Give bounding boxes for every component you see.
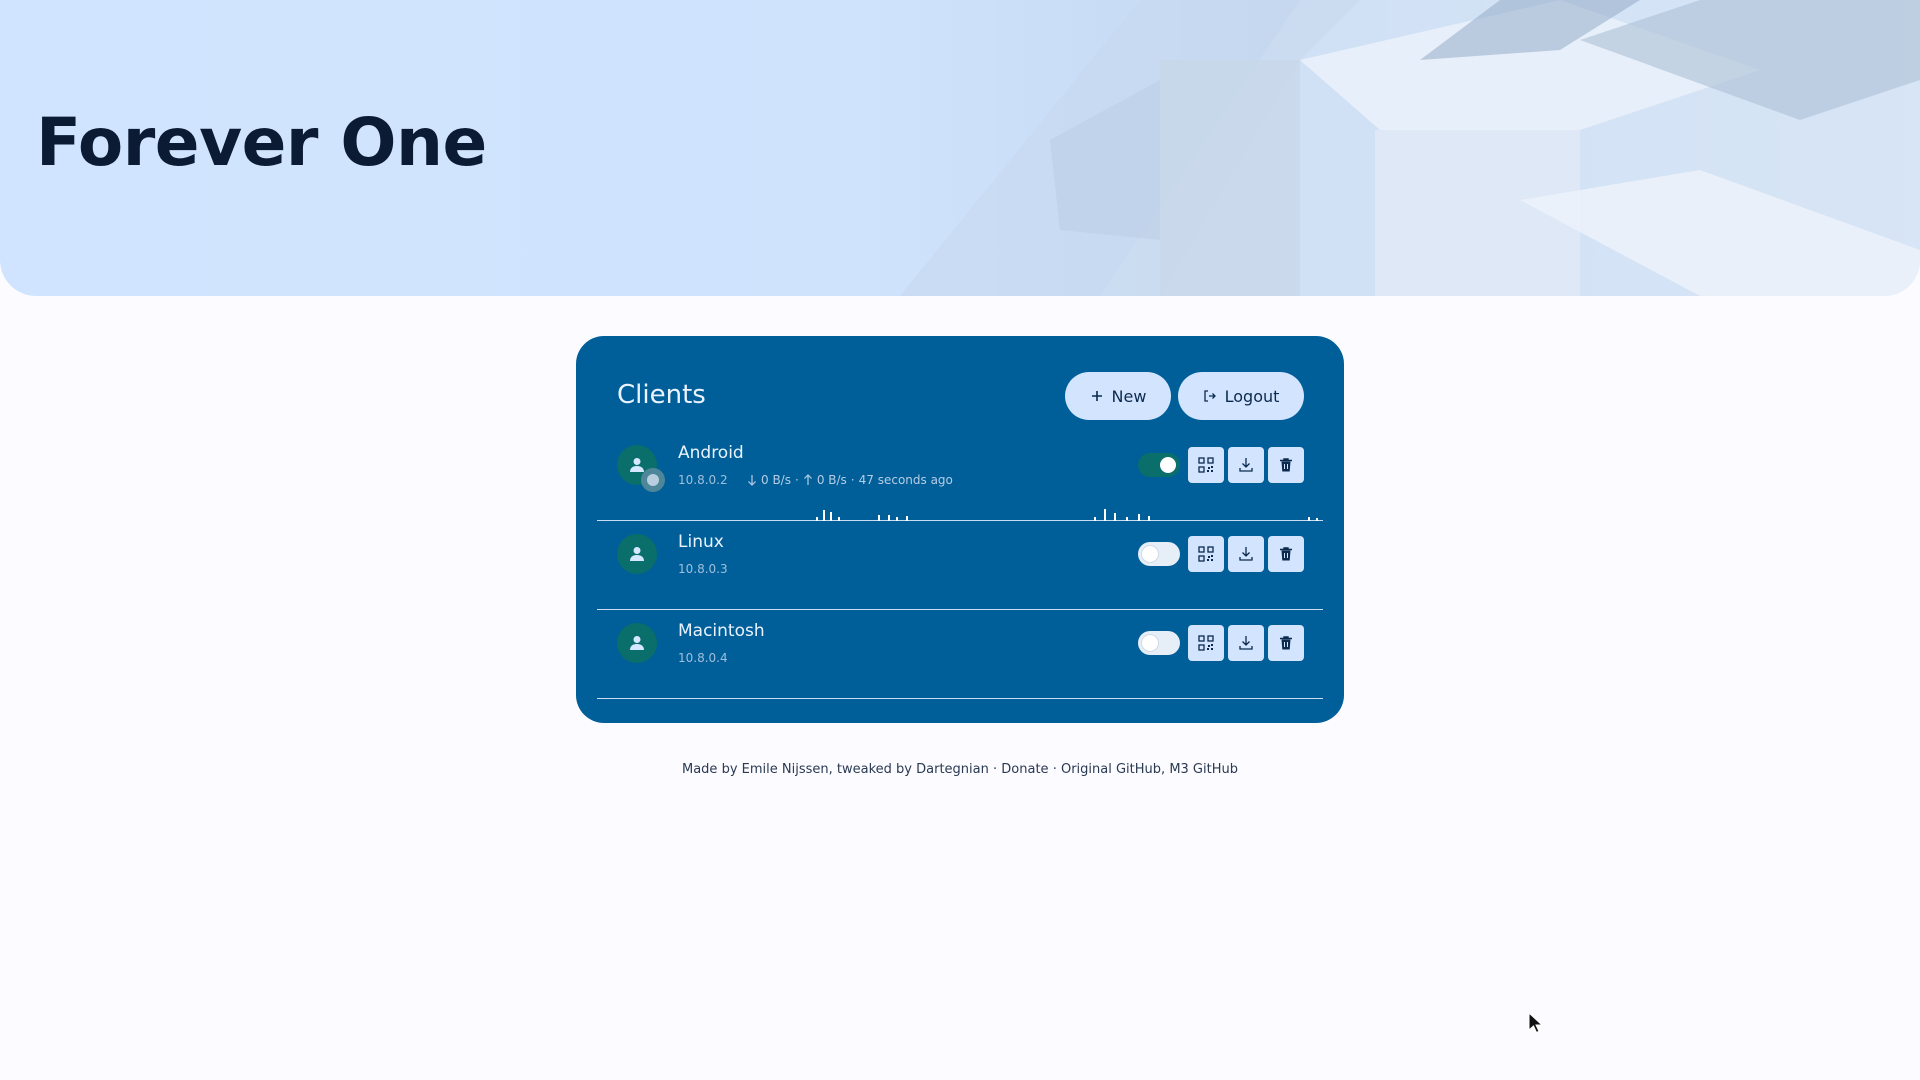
delete-client-button[interactable] <box>1268 625 1304 661</box>
client-ip: 10.8.0.2 <box>678 473 728 487</box>
last-seen: 47 seconds ago <box>858 473 953 487</box>
delete-client-button[interactable] <box>1268 536 1304 572</box>
client-name[interactable]: Android <box>678 443 744 463</box>
footer-tweaked-by: , tweaked by <box>828 762 912 777</box>
footer-original-github-link[interactable]: Original GitHub <box>1061 762 1161 777</box>
footer-made-by: Made by <box>682 762 738 777</box>
client-enable-toggle[interactable] <box>1138 631 1180 655</box>
delete-client-button[interactable] <box>1268 447 1304 483</box>
traffic-sparkline <box>816 509 1318 521</box>
logout-label: Logout <box>1224 386 1280 406</box>
footer-donate-link[interactable]: Donate <box>1001 762 1048 777</box>
client-name[interactable]: Macintosh <box>678 621 765 641</box>
footer-tweaker-link[interactable]: Dartegnian <box>916 762 989 777</box>
new-client-button[interactable]: New <box>1065 372 1171 420</box>
plus-icon <box>1091 391 1102 401</box>
qr-code-icon <box>1198 457 1214 473</box>
client-enable-toggle[interactable] <box>1138 542 1180 566</box>
person-icon <box>630 636 644 650</box>
client-avatar <box>617 534 657 574</box>
arrow-down-icon <box>748 475 756 486</box>
download-rate: 0 B/s <box>761 473 791 487</box>
mouse-cursor-icon <box>1528 1012 1544 1034</box>
hero-banner: Forever One <box>0 0 1920 296</box>
download-config-button[interactable] <box>1228 536 1264 572</box>
download-icon <box>1239 458 1253 472</box>
stats-separator: · <box>794 473 799 487</box>
footer-separator: · <box>993 762 998 777</box>
footer-m3-github-link[interactable]: M3 GitHub <box>1169 762 1238 777</box>
client-avatar <box>617 623 657 663</box>
show-qr-button[interactable] <box>1188 536 1224 572</box>
footer-author-link[interactable]: Emile Nijssen <box>742 762 829 777</box>
client-ip: 10.8.0.3 <box>678 562 728 576</box>
trash-icon <box>1280 547 1292 561</box>
client-name[interactable]: Linux <box>678 532 724 552</box>
download-icon <box>1239 636 1253 650</box>
person-icon <box>630 547 644 561</box>
download-config-button[interactable] <box>1228 447 1264 483</box>
clients-card: Clients New Logout Android 10.8.0.2 0 B/… <box>576 336 1344 723</box>
upload-rate: 0 B/s <box>816 473 847 487</box>
new-client-label: New <box>1111 386 1147 406</box>
online-indicator <box>641 468 665 492</box>
trash-icon <box>1280 458 1292 472</box>
client-enable-toggle[interactable] <box>1138 453 1180 477</box>
logout-button[interactable]: Logout <box>1178 372 1304 420</box>
logout-icon <box>1203 390 1216 402</box>
trash-icon <box>1280 636 1292 650</box>
clients-title: Clients <box>617 380 706 410</box>
footer-comma: , <box>1161 762 1166 777</box>
page-title: Forever One <box>36 104 487 181</box>
qr-code-icon <box>1198 635 1214 651</box>
download-icon <box>1239 547 1253 561</box>
qr-code-icon <box>1198 546 1214 562</box>
show-qr-button[interactable] <box>1188 447 1224 483</box>
page-footer: Made by Emile Nijssen, tweaked by Darteg… <box>0 762 1920 777</box>
footer-separator: · <box>1052 762 1057 777</box>
download-config-button[interactable] <box>1228 625 1264 661</box>
show-qr-button[interactable] <box>1188 625 1224 661</box>
client-row-linux: Linux 10.8.0.3 <box>597 521 1323 610</box>
client-row-macintosh: Macintosh 10.8.0.4 <box>597 610 1323 699</box>
arrow-up-icon <box>803 474 812 485</box>
stats-separator: · <box>850 473 855 487</box>
client-ip: 10.8.0.4 <box>678 651 728 665</box>
client-row-android: Android 10.8.0.2 0 B/s · 0 B/s · 47 seco… <box>597 432 1323 521</box>
client-transfer-stats: 0 B/s · 0 B/s · 47 seconds ago <box>747 473 953 487</box>
